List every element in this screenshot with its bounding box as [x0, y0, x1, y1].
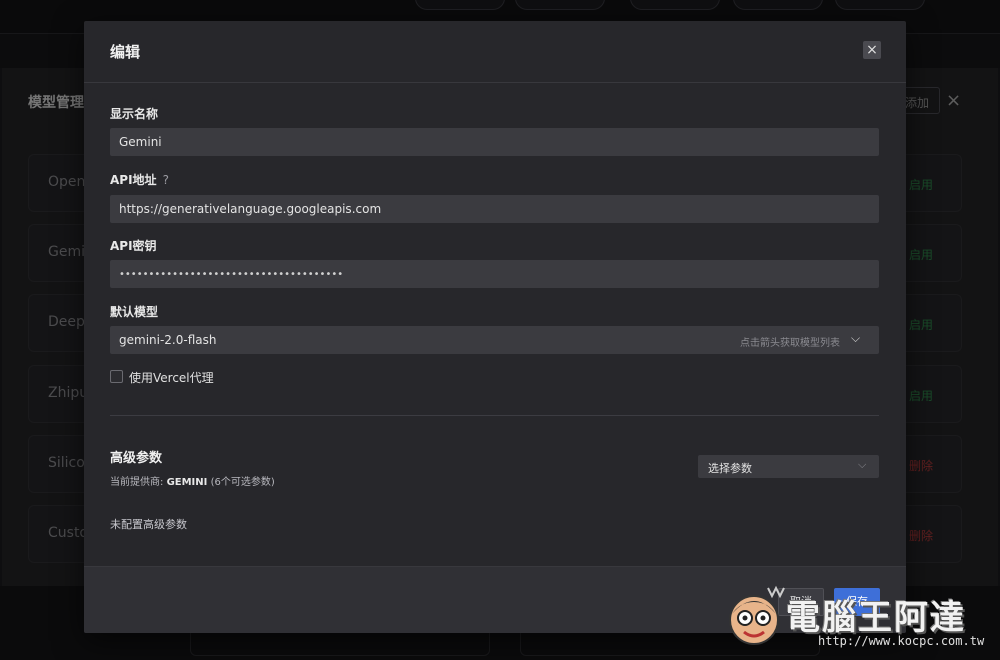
section-divider — [110, 415, 879, 416]
dialog-header: 编辑 × — [84, 21, 906, 83]
api-key-input[interactable] — [110, 260, 879, 288]
mascot-logo-icon — [729, 585, 785, 645]
chevron-down-icon[interactable]: ⌵ — [858, 458, 866, 472]
fetch-models-hint: 点击箭头获取模型列表 — [740, 338, 840, 349]
provider-name: GEMINI — [166, 477, 208, 488]
api-url-label-text: API地址 — [110, 173, 157, 187]
vercel-proxy-label[interactable]: 使用Vercel代理 — [129, 369, 214, 386]
provider-prefix: 当前提供商: — [110, 477, 164, 488]
site-watermark: 電腦王阿達 http://www.kocpc.com.tw — [722, 578, 992, 658]
param-count: (6个可选参数) — [210, 477, 275, 488]
no-advanced-params-text: 未配置高级参数 — [110, 518, 187, 531]
help-icon[interactable]: ? — [163, 173, 169, 187]
watermark-url: http://www.kocpc.com.tw — [818, 634, 985, 648]
select-param-placeholder: 选择参数 — [708, 462, 752, 475]
display-name-input[interactable] — [110, 128, 879, 156]
default-model-label: 默认模型 — [110, 305, 159, 319]
select-param-dropdown[interactable]: 选择参数 ⌵ — [698, 455, 879, 478]
api-url-label: API地址? — [110, 171, 169, 188]
watermark-brand: 電腦王阿達 — [786, 598, 966, 638]
display-name-label: 显示名称 — [110, 107, 159, 121]
chevron-down-icon[interactable]: ⌵ — [851, 331, 860, 346]
advanced-params-title: 高级参数 — [110, 451, 163, 466]
api-url-input[interactable] — [110, 195, 879, 223]
current-provider-info: 当前提供商: GEMINI (6个可选参数) — [110, 473, 275, 488]
vercel-proxy-checkbox[interactable] — [110, 370, 123, 383]
edit-provider-dialog: 编辑 × 显示名称 API地址? API密钥 默认模型 gemini-2.0-f… — [84, 21, 906, 633]
close-icon[interactable]: × — [863, 41, 881, 59]
api-key-label: API密钥 — [110, 239, 157, 253]
default-model-value: gemini-2.0-flash — [119, 333, 217, 347]
default-model-select[interactable]: gemini-2.0-flash 点击箭头获取模型列表 ⌵ — [110, 326, 879, 354]
dialog-title: 编辑 — [110, 43, 141, 61]
